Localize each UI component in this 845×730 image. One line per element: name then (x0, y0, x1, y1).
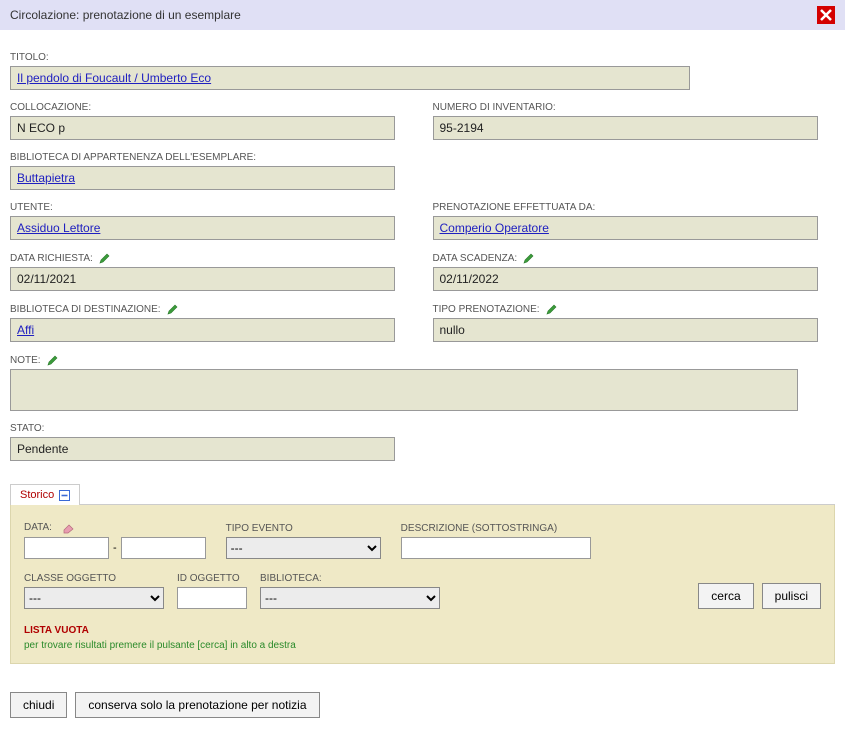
tipo-evento-label: TIPO EVENTO (226, 523, 381, 534)
inventario-label: NUMERO DI INVENTARIO: (433, 102, 836, 113)
data-scadenza-field: 02/11/2022 (433, 267, 818, 291)
appartenenza-label: BIBLIOTECA DI APPARTENENZA DELL'ESEMPLAR… (10, 152, 835, 163)
pencil-icon[interactable] (99, 252, 111, 264)
descrizione-label: DESCRIZIONE (SOTTOSTRINGA) (401, 523, 591, 534)
window-title: Circolazione: prenotazione di un esempla… (10, 8, 241, 22)
tab-storico[interactable]: Storico (10, 484, 80, 505)
close-icon (820, 9, 832, 21)
collapse-icon (59, 490, 70, 501)
stato-field: Pendente (10, 437, 395, 461)
id-oggetto-label: ID OGGETTO (177, 573, 247, 584)
close-button[interactable] (817, 6, 835, 24)
form-content: TITOLO: Il pendolo di Foucault / Umberto… (0, 30, 845, 674)
prenotazione-da-field: Comperio Operatore (433, 216, 818, 240)
classe-select[interactable]: --- (24, 587, 164, 609)
collocazione-field: N ECO p (10, 116, 395, 140)
destinazione-label: BIBLIOTECA DI DESTINAZIONE: (10, 303, 413, 315)
search-date-from[interactable] (24, 537, 109, 559)
id-oggetto-input[interactable] (177, 587, 247, 609)
titolo-field: Il pendolo di Foucault / Umberto Eco (10, 66, 690, 90)
classe-label: CLASSE OGGETTO (24, 573, 164, 584)
tab-bar: Storico (10, 483, 835, 505)
storico-panel: DATA: - TIPO EVENTO --- DESCRIZIONE (SOT… (10, 505, 835, 664)
pencil-icon[interactable] (167, 303, 179, 315)
search-hint: per trovare risultati premere il pulsant… (24, 640, 821, 651)
stato-label: STATO: (10, 423, 835, 434)
data-richiesta-label: DATA RICHIESTA: (10, 252, 413, 264)
tab-storico-label: Storico (20, 489, 54, 501)
eraser-icon[interactable] (62, 520, 76, 534)
appartenenza-link[interactable]: Buttapietra (17, 171, 75, 185)
titolo-link[interactable]: Il pendolo di Foucault / Umberto Eco (17, 71, 211, 85)
cerca-button[interactable]: cerca (698, 583, 753, 609)
utente-label: UTENTE: (10, 202, 413, 213)
inventario-field: 95-2194 (433, 116, 818, 140)
destinazione-field: Affi (10, 318, 395, 342)
pencil-icon[interactable] (47, 354, 59, 366)
tipo-evento-select[interactable]: --- (226, 537, 381, 559)
search-data-label: DATA: (24, 520, 206, 534)
date-separator: - (113, 542, 117, 554)
pulisci-button[interactable]: pulisci (762, 583, 821, 609)
descrizione-input[interactable] (401, 537, 591, 559)
note-field (10, 369, 798, 411)
biblioteca-label: BIBLIOTECA: (260, 573, 440, 584)
search-date-to[interactable] (121, 537, 206, 559)
tipo-prenotazione-field: nullo (433, 318, 818, 342)
utente-field: Assiduo Lettore (10, 216, 395, 240)
collocazione-label: COLLOCAZIONE: (10, 102, 413, 113)
appartenenza-field: Buttapietra (10, 166, 395, 190)
destinazione-link[interactable]: Affi (17, 323, 34, 337)
prenotazione-da-link[interactable]: Comperio Operatore (440, 221, 549, 235)
biblioteca-select[interactable]: --- (260, 587, 440, 609)
pencil-icon[interactable] (546, 303, 558, 315)
utente-link[interactable]: Assiduo Lettore (17, 221, 100, 235)
titolo-label: TITOLO: (10, 52, 835, 63)
prenotazione-da-label: PRENOTAZIONE EFFETTUATA DA: (433, 202, 836, 213)
note-label: NOTE: (10, 354, 835, 366)
empty-list-label: LISTA VUOTA (24, 625, 821, 636)
data-richiesta-field: 02/11/2021 (10, 267, 395, 291)
footer: chiudi conserva solo la prenotazione per… (0, 692, 845, 730)
pencil-icon[interactable] (523, 252, 535, 264)
tipo-prenotazione-label: TIPO PRENOTAZIONE: (433, 303, 836, 315)
titlebar: Circolazione: prenotazione di un esempla… (0, 0, 845, 30)
data-scadenza-label: DATA SCADENZA: (433, 252, 836, 264)
